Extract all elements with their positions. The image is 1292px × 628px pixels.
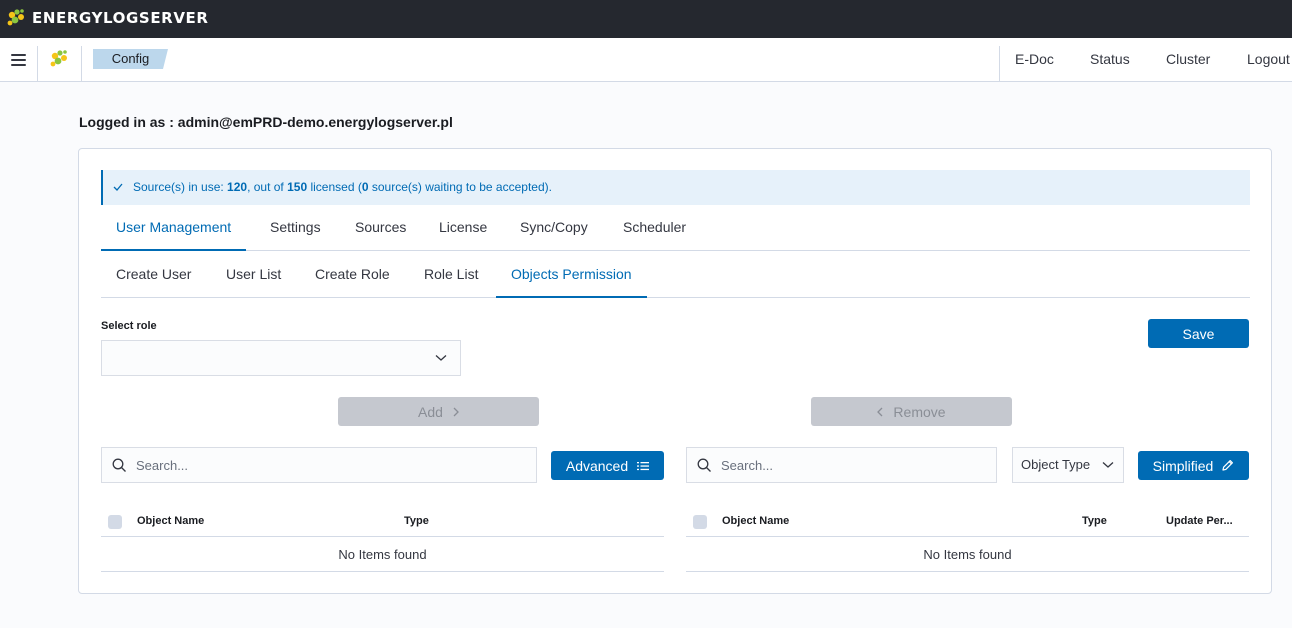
- right-search-input[interactable]: [721, 448, 990, 482]
- tab-create-role[interactable]: Create Role: [300, 251, 405, 297]
- column-object-name[interactable]: Object Name: [137, 505, 204, 537]
- pencil-icon: [1222, 460, 1234, 471]
- left-search-input[interactable]: [136, 448, 530, 482]
- remove-button[interactable]: Remove: [811, 397, 1012, 426]
- tab-settings[interactable]: Settings: [255, 204, 336, 250]
- simplified-button[interactable]: Simplified: [1138, 451, 1249, 480]
- home-logo-icon[interactable]: [49, 48, 71, 70]
- callout-suffix: source(s) waiting to be accepted).: [368, 180, 552, 194]
- available-objects-table: Object Name Type No Items found: [101, 505, 664, 572]
- main-tabs: User Management Settings Sources License…: [101, 204, 1250, 251]
- search-icon: [697, 458, 711, 472]
- callout-middle: , out of: [247, 180, 288, 194]
- nav-cluster[interactable]: Cluster: [1166, 38, 1210, 81]
- tab-sources[interactable]: Sources: [340, 204, 421, 250]
- column-object-name[interactable]: Object Name: [722, 505, 789, 537]
- right-search-field[interactable]: [686, 447, 997, 483]
- left-search-field[interactable]: [101, 447, 537, 483]
- header-divider: [81, 46, 82, 81]
- table-header: Object Name Type Update Per...: [686, 505, 1249, 537]
- select-role-dropdown[interactable]: [101, 340, 461, 376]
- assigned-objects-table: Object Name Type Update Per... No Items …: [686, 505, 1249, 572]
- nav-status[interactable]: Status: [1090, 38, 1130, 81]
- breadcrumb-label: Config: [111, 51, 150, 66]
- menu-button[interactable]: [0, 38, 36, 81]
- chevron-left-icon: [877, 407, 883, 416]
- logged-in-label: Logged in as : admin@emPRD-demo.energylo…: [79, 114, 453, 130]
- select-all-checkbox[interactable]: [108, 515, 122, 529]
- config-panel: Source(s) in use: 120, out of 150 licens…: [78, 148, 1272, 594]
- chevron-right-icon: [453, 407, 459, 416]
- sources-licensed-count: 150: [287, 180, 308, 194]
- brand-name: ENERGYLOGSERVER: [32, 9, 209, 27]
- advanced-button-label: Advanced: [565, 457, 629, 474]
- callout-middle2: licensed (: [307, 180, 362, 194]
- search-icon: [112, 458, 126, 472]
- sub-tabs: Create User User List Create Role Role L…: [101, 251, 1250, 298]
- hamburger-menu-icon: [10, 53, 26, 66]
- top-bar: ENERGYLOGSERVER: [0, 0, 1292, 38]
- column-type[interactable]: Type: [1082, 505, 1107, 537]
- list-icon: [637, 461, 650, 470]
- select-role-label: Select role: [101, 320, 157, 332]
- column-type[interactable]: Type: [404, 505, 429, 537]
- brand[interactable]: ENERGYLOGSERVER: [6, 6, 209, 30]
- chevron-down-icon: [1102, 462, 1114, 468]
- tab-license[interactable]: License: [424, 204, 502, 250]
- object-type-filter[interactable]: Object Type: [1012, 447, 1124, 483]
- empty-message: No Items found: [923, 547, 1012, 562]
- sources-callout: Source(s) in use: 120, out of 150 licens…: [101, 170, 1250, 205]
- sources-in-use-count: 120: [227, 180, 248, 194]
- save-button[interactable]: Save: [1148, 319, 1249, 348]
- add-button-label: Add: [418, 403, 443, 420]
- header-divider: [37, 46, 38, 81]
- add-button[interactable]: Add: [338, 397, 539, 426]
- remove-button-label: Remove: [893, 403, 946, 420]
- object-type-label: Object Type: [1021, 457, 1091, 472]
- simplified-button-label: Simplified: [1152, 457, 1214, 474]
- energylogserver-logo: [7, 9, 24, 26]
- advanced-button[interactable]: Advanced: [551, 451, 664, 480]
- callout-prefix: Source(s) in use:: [133, 180, 228, 194]
- header-divider: [999, 46, 1000, 81]
- tab-objects-permission[interactable]: Objects Permission: [496, 251, 647, 298]
- tab-user-list[interactable]: User List: [211, 251, 296, 297]
- tab-role-list[interactable]: Role List: [409, 251, 493, 297]
- nav-edoc[interactable]: E-Doc: [1015, 38, 1054, 81]
- empty-message: No Items found: [338, 547, 427, 562]
- sources-waiting-count: 0: [361, 180, 369, 194]
- tab-create-user[interactable]: Create User: [101, 251, 206, 297]
- header: Config E-Doc Status Cluster Logout: [0, 38, 1292, 82]
- nav-logout[interactable]: Logout: [1247, 38, 1290, 81]
- chevron-down-icon: [435, 355, 447, 361]
- select-all-checkbox[interactable]: [693, 515, 707, 529]
- tab-user-management[interactable]: User Management: [101, 204, 247, 251]
- check-icon: [113, 183, 123, 191]
- column-update-permission[interactable]: Update Per...: [1166, 505, 1233, 537]
- tab-sync-copy[interactable]: Sync/Copy: [505, 204, 603, 250]
- save-button-label: Save: [1182, 325, 1215, 342]
- table-header: Object Name Type: [101, 505, 664, 537]
- breadcrumb[interactable]: Config: [93, 49, 168, 69]
- tab-scheduler[interactable]: Scheduler: [608, 204, 701, 250]
